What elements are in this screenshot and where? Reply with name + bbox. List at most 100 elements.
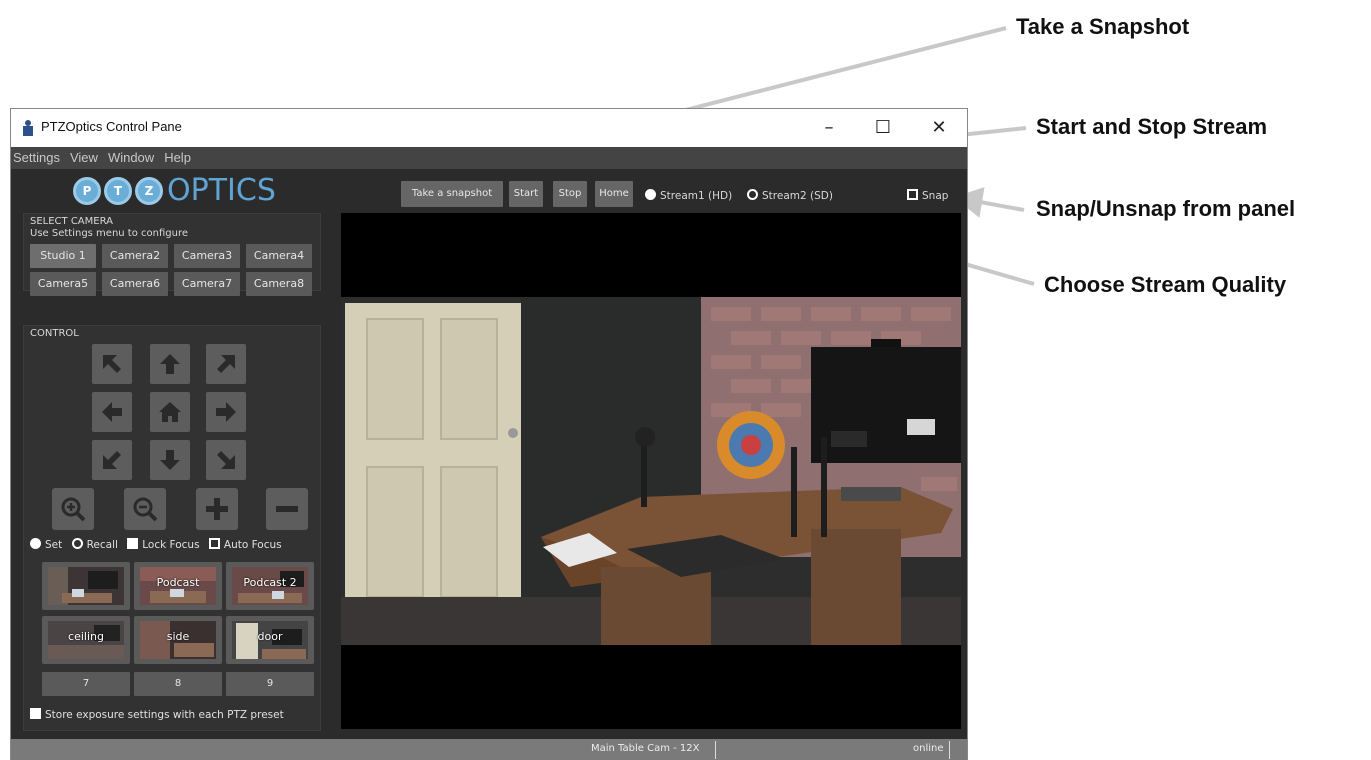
title-bar: PTZOptics Control Pane – ☐ ✕ <box>11 109 967 147</box>
preset-label-2: Podcast <box>156 576 200 589</box>
camera-feed-image <box>341 297 961 645</box>
status-separator <box>949 741 950 759</box>
logo-letter-z: Z <box>144 184 154 198</box>
app-icon <box>23 120 33 136</box>
home-button[interactable]: Home <box>595 181 633 207</box>
screenshot: Take a Snapshot Start and Stop Stream Sn… <box>0 0 1371 760</box>
preset-button-5[interactable]: side <box>134 616 222 664</box>
arrow-down-left-icon <box>103 451 121 469</box>
preset-button-6[interactable]: door <box>226 616 314 664</box>
camera-button-5[interactable]: Camera5 <box>30 272 96 296</box>
home-position-button[interactable] <box>150 392 190 432</box>
preset-button-4[interactable]: ceiling <box>42 616 130 664</box>
preset-button-3[interactable]: Podcast 2 <box>226 562 314 610</box>
camera-button-7[interactable]: Camera7 <box>174 272 240 296</box>
camera-button-1[interactable]: Studio 1 <box>30 244 96 268</box>
arrow-right-icon <box>216 402 236 422</box>
focus-minus-button[interactable] <box>266 488 308 530</box>
camera-button-8[interactable]: Camera8 <box>246 272 312 296</box>
arrow-down-icon <box>160 450 180 470</box>
annotation-snapshot: Take a Snapshot <box>1016 14 1190 39</box>
stream1-label: Stream1 (HD) <box>660 190 733 202</box>
pan-up-right-button[interactable] <box>206 344 246 384</box>
home-icon <box>159 402 181 422</box>
preset-button-7[interactable]: 7 <box>42 672 130 696</box>
start-stream-button[interactable]: Start <box>509 181 543 207</box>
stream1-option[interactable]: Stream1 (HD) <box>645 189 732 202</box>
arrow-down-right-icon <box>217 451 235 469</box>
minus-icon <box>276 506 298 512</box>
lock-focus-label: Lock Focus <box>142 539 200 551</box>
preset-label-5: side <box>166 630 190 643</box>
annotation-stream: Start and Stop Stream <box>1036 114 1268 139</box>
preset-button-2[interactable]: Podcast <box>134 562 222 610</box>
window-title: PTZOptics Control Pane <box>41 119 182 134</box>
zoom-in-icon <box>61 497 86 522</box>
stream1-radio[interactable] <box>645 189 656 200</box>
preset-label-3: Podcast 2 <box>243 576 297 589</box>
video-preview <box>341 213 961 729</box>
stream2-radio[interactable] <box>747 189 758 200</box>
minimize-button[interactable]: – <box>809 114 849 142</box>
select-camera-title: SELECT CAMERA <box>30 216 113 227</box>
arrow-up-right-icon <box>217 355 235 373</box>
camera-button-6[interactable]: Camera6 <box>102 272 168 296</box>
preset-button-9[interactable]: 9 <box>226 672 314 696</box>
zoom-out-icon <box>133 497 158 522</box>
status-bar: Main Table Cam - 12X online <box>11 739 967 760</box>
status-connection: online <box>913 743 944 754</box>
plus-icon <box>206 498 228 520</box>
control-title: CONTROL <box>30 328 79 339</box>
snap-label: Snap <box>922 190 949 202</box>
menu-settings[interactable]: Settings <box>13 147 60 169</box>
recall-label: Recall <box>86 539 118 551</box>
close-button[interactable]: ✕ <box>919 114 959 142</box>
select-camera-hint: Use Settings menu to configure <box>30 228 189 239</box>
arrow-up-icon <box>160 354 180 374</box>
preset-label-6: door <box>257 630 283 643</box>
recall-radio[interactable] <box>71 538 83 549</box>
menu-help[interactable]: Help <box>164 147 191 169</box>
preset-button-8[interactable]: 8 <box>134 672 222 696</box>
camera-button-3[interactable]: Camera3 <box>174 244 240 268</box>
pan-left-button[interactable] <box>92 392 132 432</box>
set-radio[interactable] <box>30 538 41 549</box>
tilt-up-button[interactable] <box>150 344 190 384</box>
app-window: PTZOptics Control Pane – ☐ ✕ Settings Vie… <box>10 108 968 760</box>
zoom-out-button[interactable] <box>124 488 166 530</box>
maximize-button[interactable]: ☐ <box>863 114 903 142</box>
pan-down-right-button[interactable] <box>206 440 246 480</box>
stream2-label: Stream2 (SD) <box>762 190 833 202</box>
preset-button-1[interactable] <box>42 562 130 610</box>
menu-view[interactable]: View <box>70 147 98 169</box>
focus-plus-button[interactable] <box>196 488 238 530</box>
pan-right-button[interactable] <box>206 392 246 432</box>
store-exposure-row: Store exposure settings with each PTZ pr… <box>30 708 284 721</box>
status-camera-name: Main Table Cam - 12X <box>591 743 700 754</box>
pan-down-left-button[interactable] <box>92 440 132 480</box>
lock-focus-checkbox[interactable] <box>127 538 139 549</box>
select-camera-group: SELECT CAMERA Use Settings menu to confi… <box>23 213 321 296</box>
logo-letter-p: P <box>82 184 92 198</box>
take-snapshot-button[interactable]: Take a snapshot <box>401 181 503 207</box>
auto-focus-label: Auto Focus <box>223 539 282 551</box>
snap-checkbox[interactable] <box>907 189 918 200</box>
auto-focus-checkbox[interactable] <box>208 538 220 549</box>
zoom-in-button[interactable] <box>52 488 94 530</box>
store-exposure-label: Store exposure settings with each PTZ pr… <box>45 709 284 721</box>
preset-thumbnail <box>48 567 124 605</box>
snap-option[interactable]: Snap <box>907 189 948 202</box>
menu-bar: Settings View Window Help <box>11 147 967 169</box>
status-separator <box>715 741 716 759</box>
logo-word: OPTICS <box>167 173 276 208</box>
store-exposure-checkbox[interactable] <box>30 708 41 719</box>
camera-button-2[interactable]: Camera2 <box>102 244 168 268</box>
stream2-option[interactable]: Stream2 (SD) <box>747 189 833 202</box>
menu-window[interactable]: Window <box>108 147 154 169</box>
camera-button-4[interactable]: Camera4 <box>246 244 312 268</box>
tilt-down-button[interactable] <box>150 440 190 480</box>
stop-stream-button[interactable]: Stop <box>553 181 587 207</box>
logo-letter-t: T <box>113 184 123 198</box>
pan-up-left-button[interactable] <box>92 344 132 384</box>
preset-options-row: Set Recall Lock Focus Auto Focus <box>30 538 282 551</box>
